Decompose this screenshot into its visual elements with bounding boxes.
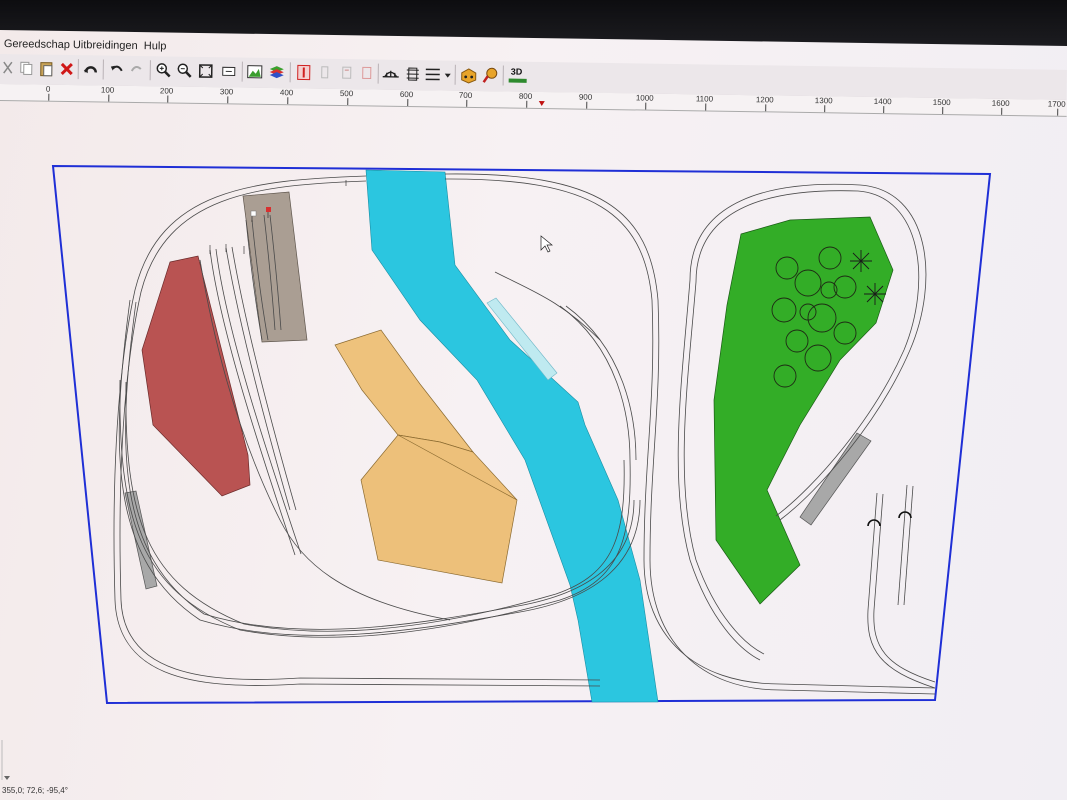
platform-right[interactable] bbox=[799, 432, 872, 526]
layout-canvas[interactable] bbox=[0, 0, 1067, 800]
mouse-cursor-icon bbox=[540, 235, 553, 253]
status-bar: 355,0; 72,6; -95,4° bbox=[2, 786, 68, 795]
scroll-arrow-icon[interactable] bbox=[4, 776, 10, 780]
grass-area-shape[interactable] bbox=[713, 216, 894, 605]
coordinates-readout: 355,0; 72,6; -95,4° bbox=[2, 786, 68, 795]
brick-building-shape[interactable] bbox=[141, 255, 251, 497]
